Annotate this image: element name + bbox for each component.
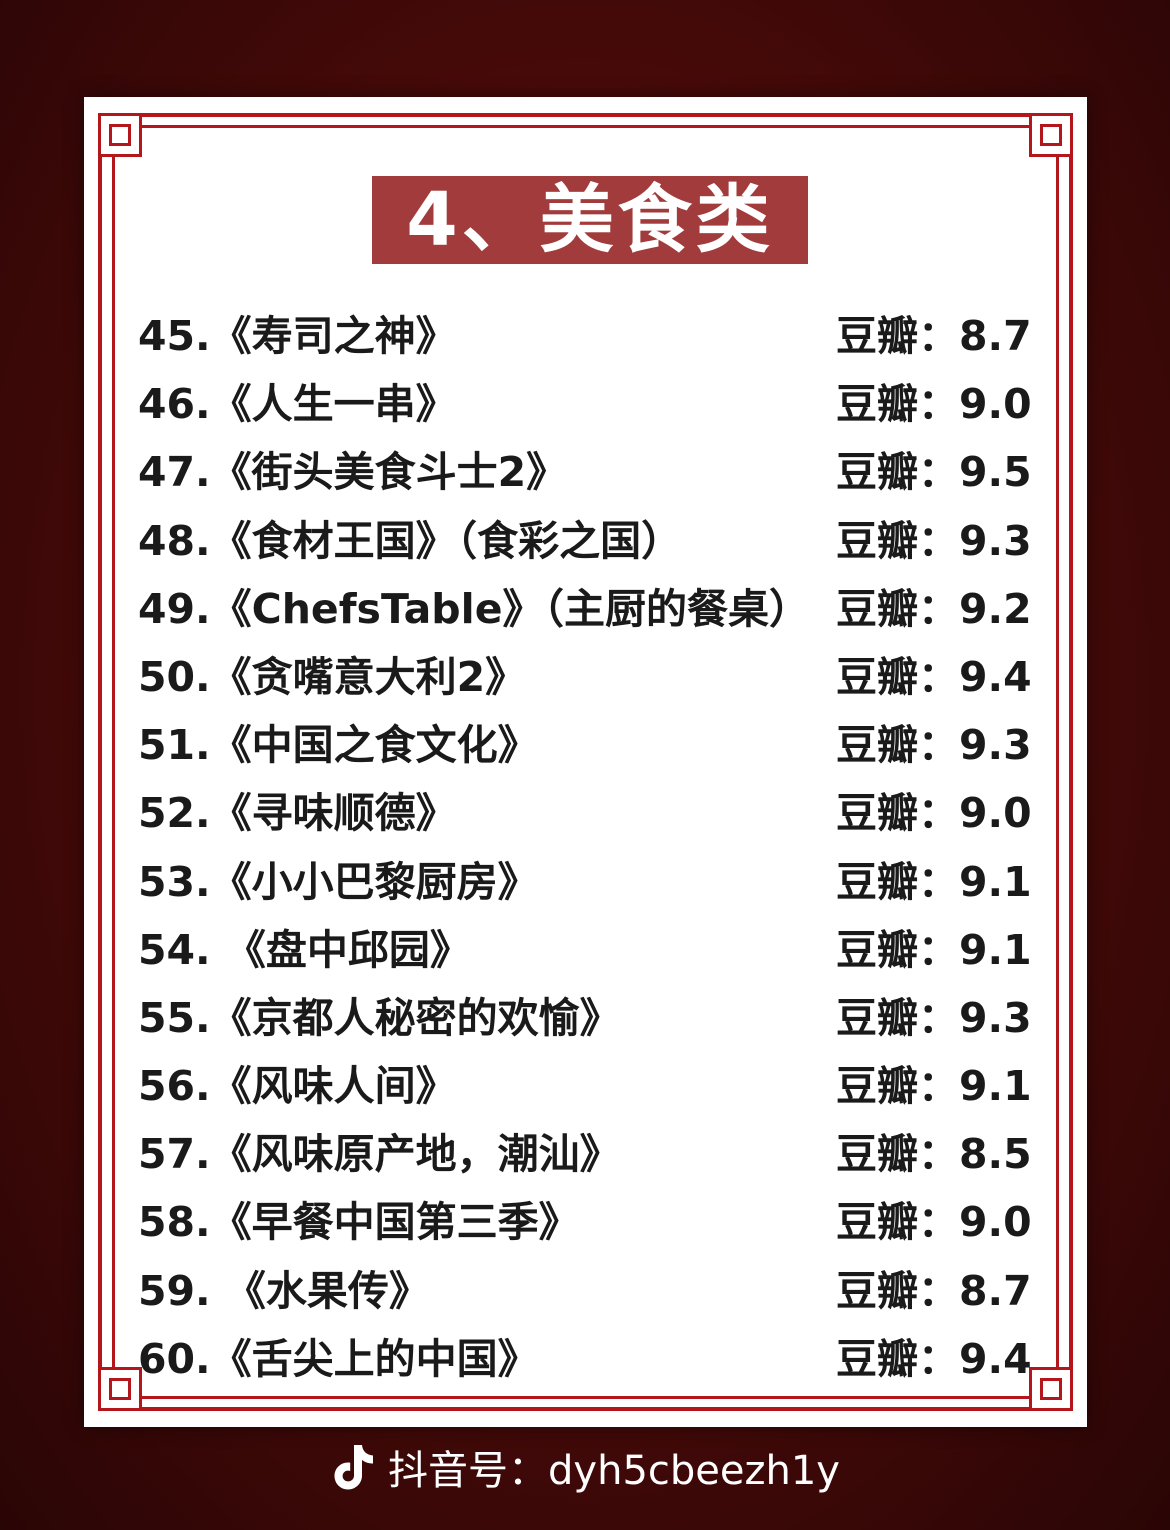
frame-corner-top-right bbox=[1029, 113, 1073, 157]
item-score: 豆瓣：8.7 bbox=[836, 312, 1032, 360]
item-score: 豆瓣：8.5 bbox=[836, 1130, 1032, 1179]
item-name: 58.《早餐中国第三季》 bbox=[138, 1198, 580, 1247]
item-score: 豆瓣：8.7 bbox=[836, 1266, 1032, 1315]
item-name: 47.《街头美食斗士2》 bbox=[138, 448, 568, 497]
item-score: 豆瓣：9.1 bbox=[836, 857, 1032, 906]
item-score: 豆瓣：9.1 bbox=[836, 1062, 1032, 1111]
item-name: 45.《寿司之神》 bbox=[138, 312, 457, 360]
item-name: 56.《风味人间》 bbox=[138, 1062, 457, 1111]
item-score: 豆瓣：9.3 bbox=[836, 993, 1032, 1042]
item-name: 59. 《水果传》 bbox=[138, 1266, 430, 1315]
list-item: 55.《京都人秘密的欢愉》 豆瓣：9.3 bbox=[138, 984, 1043, 1052]
list-item: 60.《舌尖上的中国》 豆瓣：9.4 bbox=[138, 1325, 1043, 1393]
frame-corner-top-left bbox=[98, 113, 142, 157]
section-title: 4、美食类 bbox=[372, 176, 808, 264]
tiktok-icon bbox=[330, 1441, 376, 1493]
list-item: 45.《寿司之神》 豆瓣：8.7 bbox=[138, 302, 1043, 370]
item-name: 49.《ChefsTable》（主厨的餐桌） bbox=[138, 584, 811, 633]
item-score: 豆瓣：9.0 bbox=[836, 380, 1032, 429]
item-name: 48.《食材王国》（食彩之国） bbox=[138, 516, 683, 565]
footer-account-text: 抖音号：dyh5cbeezh1y bbox=[388, 1448, 840, 1494]
item-name: 57.《风味原产地，潮汕》 bbox=[138, 1130, 621, 1179]
list-item: 52.《寻味顺德》 豆瓣：9.0 bbox=[138, 779, 1043, 847]
list-item: 49.《ChefsTable》（主厨的餐桌） 豆瓣：9.2 bbox=[138, 575, 1043, 643]
item-score: 豆瓣：9.0 bbox=[836, 1198, 1032, 1247]
item-score: 豆瓣：9.3 bbox=[836, 516, 1032, 565]
item-name: 46.《人生一串》 bbox=[138, 380, 457, 429]
list-item: 57.《风味原产地，潮汕》 豆瓣：8.5 bbox=[138, 1120, 1043, 1188]
item-score: 豆瓣：9.2 bbox=[836, 584, 1032, 633]
list-item: 59. 《水果传》 豆瓣：8.7 bbox=[138, 1257, 1043, 1325]
footer-watermark: 抖音号：dyh5cbeezh1y bbox=[0, 1435, 1170, 1499]
item-score: 豆瓣：9.0 bbox=[836, 789, 1032, 838]
frame-corner-bottom-left bbox=[98, 1367, 142, 1411]
list-item: 47.《街头美食斗士2》 豆瓣：9.5 bbox=[138, 438, 1043, 506]
item-score: 豆瓣：9.5 bbox=[836, 448, 1032, 497]
item-name: 55.《京都人秘密的欢愉》 bbox=[138, 993, 621, 1042]
list-item: 50.《贪嘴意大利2》 豆瓣：9.4 bbox=[138, 643, 1043, 711]
list-card: 4、美食类 45.《寿司之神》 豆瓣：8.7 46.《人生一串》 豆瓣：9.0 47… bbox=[84, 97, 1087, 1427]
documentary-list: 45.《寿司之神》 豆瓣：8.7 46.《人生一串》 豆瓣：9.0 47.《街头美食… bbox=[138, 302, 1043, 1393]
list-item: 51.《中国之食文化》 豆瓣：9.3 bbox=[138, 711, 1043, 779]
item-name: 52.《寻味顺德》 bbox=[138, 789, 457, 838]
item-name: 53.《小小巴黎厨房》 bbox=[138, 857, 539, 906]
list-item: 54. 《盘中邱园》 豆瓣：9.1 bbox=[138, 916, 1043, 984]
item-score: 豆瓣：9.3 bbox=[836, 721, 1032, 770]
item-score: 豆瓣：9.4 bbox=[836, 652, 1032, 701]
list-item: 58.《早餐中国第三季》 豆瓣：9.0 bbox=[138, 1188, 1043, 1256]
list-item: 53.《小小巴黎厨房》 豆瓣：9.1 bbox=[138, 848, 1043, 916]
item-score: 豆瓣：9.4 bbox=[836, 1334, 1032, 1383]
list-item: 46.《人生一串》 豆瓣：9.0 bbox=[138, 370, 1043, 438]
list-item: 56.《风味人间》 豆瓣：9.1 bbox=[138, 1052, 1043, 1120]
item-name: 50.《贪嘴意大利2》 bbox=[138, 652, 527, 701]
item-score: 豆瓣：9.1 bbox=[836, 925, 1032, 974]
item-name: 51.《中国之食文化》 bbox=[138, 721, 539, 770]
item-name: 54. 《盘中邱园》 bbox=[138, 925, 471, 974]
list-item: 48.《食材王国》（食彩之国） 豆瓣：9.3 bbox=[138, 507, 1043, 575]
item-name: 60.《舌尖上的中国》 bbox=[138, 1334, 539, 1383]
